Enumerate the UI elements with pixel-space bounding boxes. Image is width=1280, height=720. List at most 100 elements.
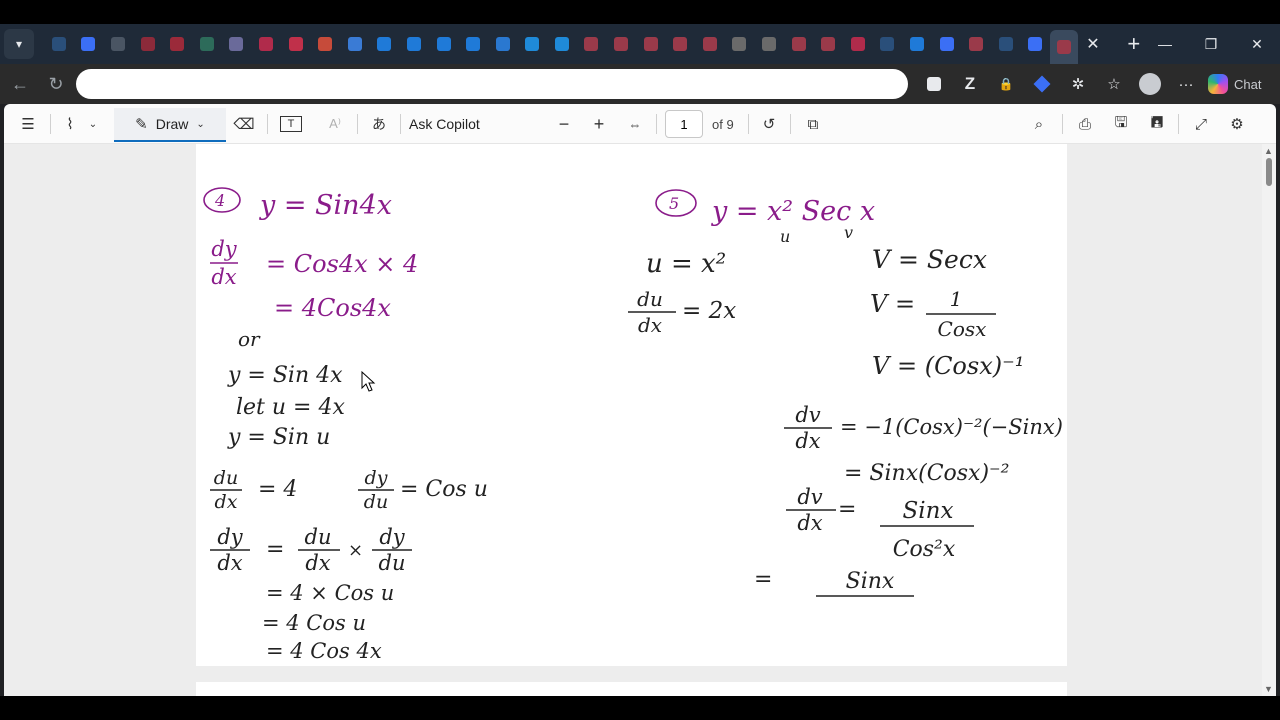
toolbar-divider: [790, 114, 791, 134]
profile-avatar[interactable]: [1132, 68, 1168, 100]
browser-tab[interactable]: [518, 24, 548, 64]
browser-tab[interactable]: [103, 24, 133, 64]
frac-den: du: [379, 551, 406, 575]
minimize-button[interactable]: —: [1142, 24, 1188, 64]
active-tab[interactable]: [1050, 30, 1079, 64]
contents-list-icon[interactable]: ☰: [16, 110, 40, 138]
question-4: 4 y = Sin4x dy dx = Cos4x × 4 = 4Cos4x o…: [203, 187, 488, 663]
tab-favicon-icon: [821, 37, 836, 51]
save-as-icon[interactable]: 🖪: [1146, 110, 1168, 138]
copilot-icon: [1208, 74, 1228, 94]
browser-tab[interactable]: [636, 24, 666, 64]
more-menu-icon[interactable]: ···: [1168, 68, 1204, 100]
tab-favicon-icon: [229, 37, 244, 51]
close-tab-button[interactable]: ✕: [1078, 24, 1108, 64]
lock-extension-icon[interactable]: 🔒: [988, 68, 1024, 100]
add-text-icon[interactable]: T: [280, 116, 302, 132]
zoom-out-icon[interactable]: −: [554, 110, 574, 138]
browser-tab[interactable]: [192, 24, 222, 64]
browser-tab[interactable]: [725, 24, 755, 64]
restore-button[interactable]: ❐: [1188, 24, 1234, 64]
toolbar-divider: [748, 114, 749, 134]
u-tag: u: [780, 227, 790, 246]
search-icon[interactable]: ⌕: [1028, 110, 1050, 138]
save-icon[interactable]: 🖫: [1110, 110, 1132, 138]
browser-tab[interactable]: [281, 24, 311, 64]
translate-icon[interactable]: あ: [368, 110, 390, 138]
copilot-chat-button[interactable]: Chat: [1208, 74, 1261, 94]
browser-tab[interactable]: [695, 24, 725, 64]
tab-favicon-icon: [377, 37, 392, 51]
tab-actions-menu-button[interactable]: ▾: [4, 29, 34, 59]
draw-label: Draw: [155, 116, 189, 132]
rotate-icon[interactable]: ↺: [758, 110, 780, 138]
browser-tab[interactable]: [902, 24, 932, 64]
browser-tab[interactable]: [547, 24, 577, 64]
q4-cr-eq: =: [266, 537, 284, 562]
scroll-up-icon[interactable]: ▲: [1264, 146, 1273, 156]
address-bar-input[interactable]: [76, 69, 908, 99]
settings-gear-icon[interactable]: ⚙: [1226, 110, 1248, 138]
browser-tab[interactable]: [961, 24, 991, 64]
fit-width-icon[interactable]: ⇔: [623, 110, 647, 138]
browser-tab[interactable]: [991, 24, 1021, 64]
browser-tab[interactable]: [932, 24, 962, 64]
tab-strip: ▾ ✕ + — ❐ ✕: [0, 24, 1280, 64]
print-icon[interactable]: ⎙: [1074, 110, 1096, 138]
shield-extension-icon[interactable]: [1024, 68, 1060, 100]
page-number-input[interactable]: [665, 110, 703, 138]
browser-tab[interactable]: [370, 24, 400, 64]
handwritten-notes: 4 y = Sin4x dy dx = Cos4x × 4 = 4Cos4x o…: [203, 187, 1063, 663]
toolbar-extensions: Z 🔒 ✲ ☆ ··· Chat: [916, 64, 1261, 104]
browser-tab[interactable]: [340, 24, 370, 64]
pdf-document-viewport[interactable]: 4 y = Sin4x dy dx = Cos4x × 4 = 4Cos4x o…: [4, 144, 1276, 696]
browser-tab[interactable]: [784, 24, 814, 64]
browser-tab[interactable]: [458, 24, 488, 64]
browser-tab[interactable]: [429, 24, 459, 64]
browser-tab[interactable]: [813, 24, 843, 64]
scroll-down-icon[interactable]: ▼: [1264, 684, 1273, 694]
browser-tab[interactable]: [577, 24, 607, 64]
browser-tab[interactable]: [162, 24, 192, 64]
page-view-icon[interactable]: ⧉: [802, 110, 824, 138]
close-window-button[interactable]: ✕: [1234, 24, 1280, 64]
extensions-puzzle-icon[interactable]: ✲: [1060, 68, 1096, 100]
browser-tab[interactable]: [222, 24, 252, 64]
refresh-button[interactable]: ↻: [38, 68, 74, 100]
window-controls: — ❐ ✕: [1142, 24, 1280, 64]
draw-button[interactable]: ✎ Draw ⌄: [114, 108, 226, 142]
q4-line5: y = Sin u: [227, 425, 330, 450]
dv-rhs: = −1(Cosx)⁻²(−Sinx): [840, 415, 1063, 439]
browser-tab[interactable]: [873, 24, 903, 64]
extension-icon[interactable]: [916, 68, 952, 100]
eraser-icon[interactable]: ⌫: [233, 110, 254, 138]
tab-favicon-icon: [732, 37, 747, 51]
zotero-extension-icon[interactable]: Z: [952, 68, 988, 100]
browser-tab[interactable]: [44, 24, 74, 64]
zoom-in-icon[interactable]: +: [589, 110, 609, 138]
favorites-icon[interactable]: ☆: [1096, 68, 1132, 100]
browser-tab[interactable]: [665, 24, 695, 64]
browser-tab[interactable]: [606, 24, 636, 64]
browser-tab[interactable]: [74, 24, 104, 64]
browser-tab[interactable]: [843, 24, 873, 64]
q4-step2: = 4 Cos u: [262, 611, 366, 635]
ask-copilot-button[interactable]: Ask Copilot: [409, 110, 480, 138]
browser-tab[interactable]: [251, 24, 281, 64]
vertical-scrollbar[interactable]: ▲ ▼: [1262, 144, 1276, 696]
fullscreen-icon[interactable]: ⤢: [1190, 110, 1212, 138]
frac-num: dy: [217, 525, 243, 549]
scrollbar-thumb[interactable]: [1266, 158, 1272, 186]
browser-tab[interactable]: [488, 24, 518, 64]
browser-tab[interactable]: [399, 24, 429, 64]
highlight-icon[interactable]: ⌇: [60, 110, 80, 138]
browser-tab[interactable]: [1021, 24, 1051, 64]
browser-tab[interactable]: [133, 24, 163, 64]
back-button[interactable]: ←: [2, 68, 38, 100]
letterbox-bar: [0, 696, 1280, 720]
tab-favicon-icon: [170, 37, 185, 51]
browser-tab[interactable]: [754, 24, 784, 64]
highlight-dropdown-chevron-icon[interactable]: ⌄: [86, 110, 100, 138]
tab-favicon-icon: [1057, 40, 1072, 54]
browser-tab[interactable]: [310, 24, 340, 64]
